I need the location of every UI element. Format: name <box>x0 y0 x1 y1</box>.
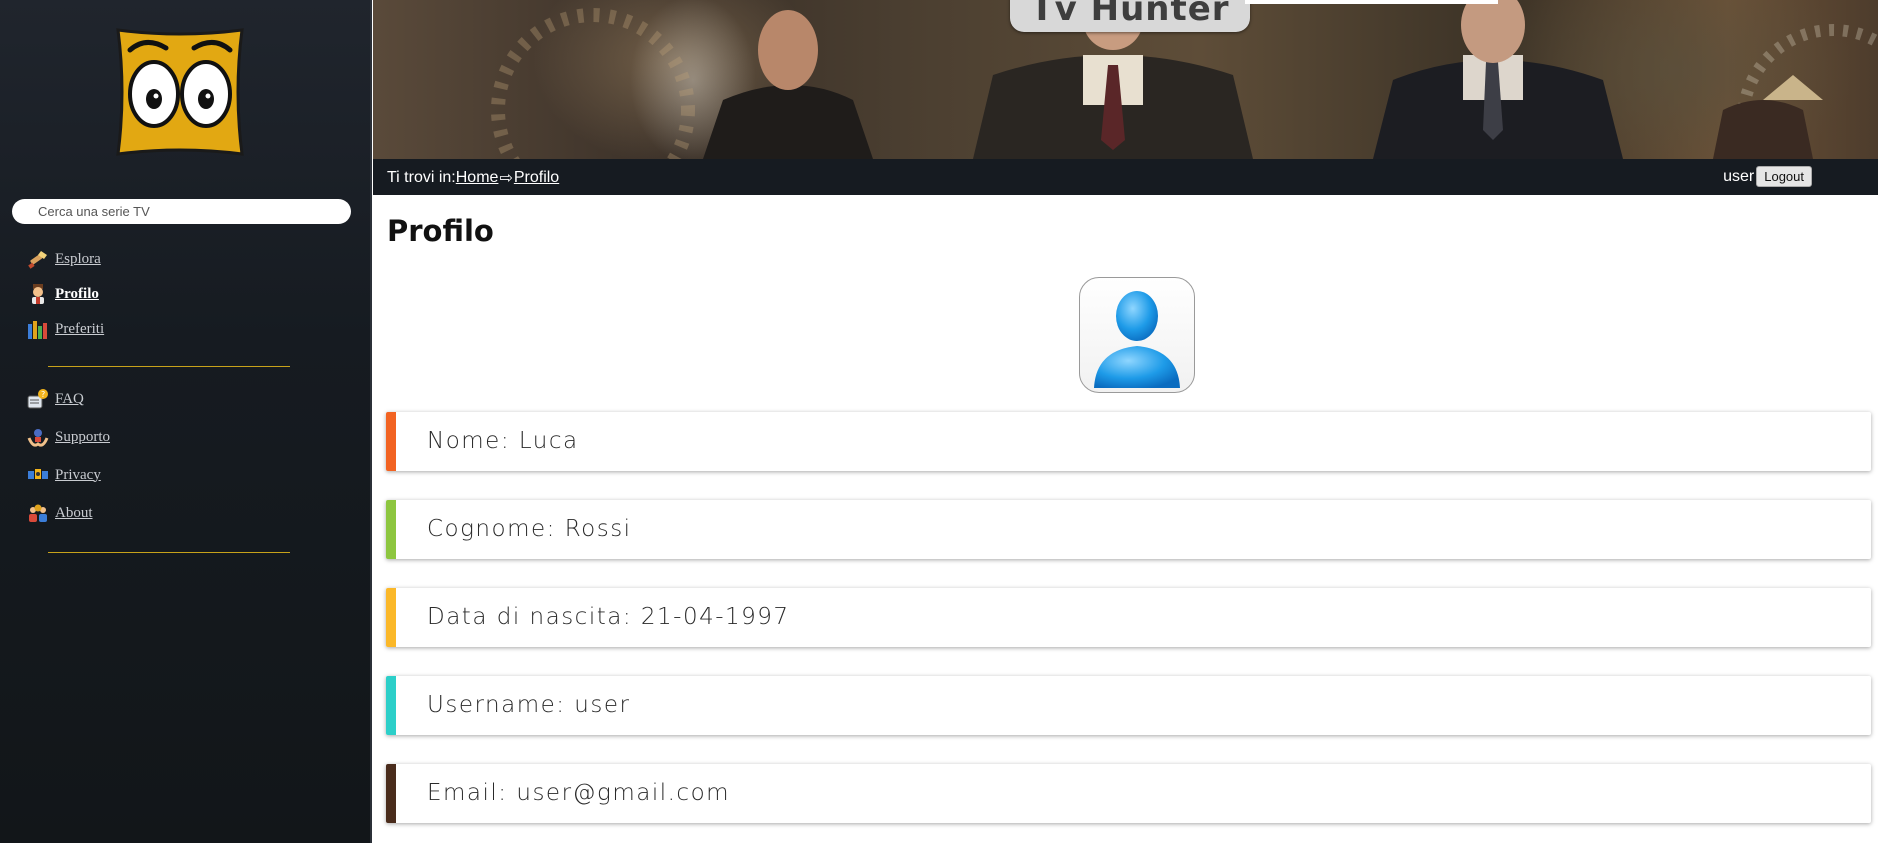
support-icon <box>27 429 49 447</box>
sidebar-divider <box>48 552 290 553</box>
field-stripe <box>386 500 396 559</box>
sidebar-item-label: Privacy <box>55 466 101 483</box>
avatar <box>1079 277 1195 393</box>
field-text: Data di nascita: 21-04-1997 <box>427 604 790 630</box>
logo <box>116 28 244 156</box>
books-icon <box>28 321 47 339</box>
sidebar-item-profilo[interactable]: Profilo <box>27 282 99 306</box>
sidebar-divider <box>48 366 290 367</box>
sidebar-item-label: Supporto <box>55 428 111 445</box>
svg-text:?: ? <box>41 390 45 399</box>
flashlight-icon <box>28 251 47 269</box>
user-box: user Logout <box>1723 166 1812 187</box>
privacy-icon <box>28 469 48 479</box>
field-stripe <box>386 412 396 471</box>
sidebar-item-about[interactable]: About <box>27 501 93 525</box>
breadcrumb-home-link[interactable]: Home <box>456 169 499 187</box>
sidebar-item-preferiti[interactable]: Preferiti <box>27 317 104 341</box>
field-text: Cognome: Rossi <box>427 516 632 542</box>
breadcrumb: Ti trovi in: Home ⇨ Profilo <box>387 168 559 188</box>
header-bar <box>1245 0 1498 4</box>
field-text: Nome: Luca <box>427 428 579 454</box>
site-title: Tv Hunter <box>1010 0 1250 32</box>
sidebar: Esplora Profilo Preferiti ? FAQ <box>0 0 372 843</box>
topbar: Ti trovi in: Home ⇨ Profilo user Logout <box>373 159 1878 195</box>
profile-field-nome: Nome: Luca <box>386 412 1871 471</box>
breadcrumb-separator-icon: ⇨ <box>499 170 513 187</box>
sidebar-item-privacy[interactable]: Privacy <box>27 463 101 487</box>
faq-icon: ? <box>27 389 48 409</box>
breadcrumb-current-link[interactable]: Profilo <box>514 169 559 187</box>
search-input[interactable] <box>12 199 351 224</box>
breadcrumb-prefix: Ti trovi in: <box>387 169 456 186</box>
field-stripe <box>386 676 396 735</box>
profile-field-username: Username: user <box>386 676 1871 735</box>
sidebar-item-label: FAQ <box>55 390 84 407</box>
sidebar-item-esplora[interactable]: Esplora <box>27 247 101 271</box>
sidebar-item-label: Esplora <box>55 250 101 267</box>
field-stripe <box>386 764 396 823</box>
page-title: Profilo <box>387 214 494 248</box>
sidebar-item-label: Profilo <box>55 285 99 302</box>
sidebar-item-label: Preferiti <box>55 320 105 337</box>
sidebar-item-faq[interactable]: ? FAQ <box>27 387 84 411</box>
field-text: Email: user@gmail.com <box>427 780 731 806</box>
logout-button[interactable]: Logout <box>1756 166 1812 187</box>
field-text: Username: user <box>427 692 631 718</box>
sidebar-item-label: About <box>55 504 93 521</box>
field-stripe <box>386 588 396 647</box>
profile-field-email: Email: user@gmail.com <box>386 764 1871 823</box>
profile-field-cognome: Cognome: Rossi <box>386 500 1871 559</box>
profile-field-data-nascita: Data di nascita: 21-04-1997 <box>386 588 1871 647</box>
person-icon <box>32 284 44 304</box>
username-label: user <box>1723 167 1755 185</box>
header-banner: Tv Hunter <box>373 0 1878 159</box>
user-avatar-icon <box>1094 291 1180 388</box>
team-icon <box>29 504 47 522</box>
sidebar-item-supporto[interactable]: Supporto <box>27 425 110 449</box>
